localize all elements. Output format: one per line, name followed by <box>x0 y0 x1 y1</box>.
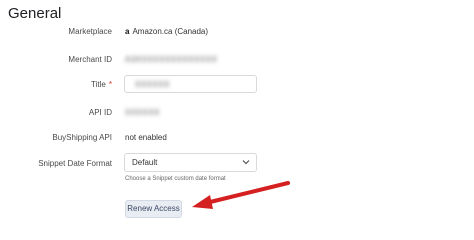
marketplace-label: Marketplace <box>68 27 112 36</box>
api-id-value: XXXXXX <box>125 108 161 117</box>
merchant-id-value: A3XXXXXXXXXXXXXX <box>125 55 218 64</box>
merchant-id-label: Merchant ID <box>68 55 112 64</box>
marketplace-text: Amazon.ca (Canada) <box>132 27 209 36</box>
marketplace-value: a Amazon.ca (Canada) <box>125 27 208 36</box>
snippet-date-format-select[interactable]: Default <box>124 153 257 172</box>
buyshipping-api-value: not enabled <box>125 133 167 142</box>
title-label-text: Title <box>91 80 106 89</box>
amazon-logo-icon: a <box>125 27 130 36</box>
section-title: General <box>8 5 62 22</box>
title-input-value: XXXXXX <box>135 80 171 89</box>
renew-access-button[interactable]: Renew Access <box>125 200 182 218</box>
chevron-down-icon <box>242 160 250 165</box>
api-id-label: API ID <box>88 108 112 117</box>
title-input[interactable]: XXXXXX <box>124 75 257 93</box>
snippet-date-format-label: Snippet Date Format <box>38 159 112 168</box>
snippet-date-format-selected: Default <box>132 158 158 167</box>
red-arrow-icon <box>192 181 290 209</box>
title-label: Title * <box>91 80 112 89</box>
buyshipping-api-label: BuyShipping API <box>52 133 112 142</box>
required-marker: * <box>108 80 112 89</box>
